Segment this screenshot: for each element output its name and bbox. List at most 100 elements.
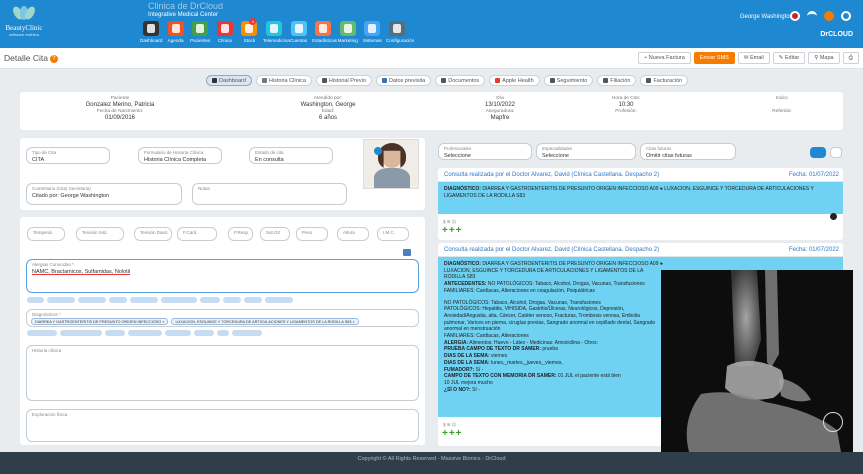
diagnosis-field[interactable]: Diagnósticos * DIARREA Y GASTROENTERITIS… xyxy=(26,309,419,327)
add-icons[interactable]: +++ xyxy=(442,225,463,236)
vital-field[interactable]: Temperat. xyxy=(27,227,65,241)
settings-icon[interactable] xyxy=(830,147,842,158)
diagnosis-chip[interactable]: DIARREA Y GASTROENTERITIS DE PRESUNTO OR… xyxy=(31,318,169,325)
test-field-line: PRUEBA CAMPO DE TEXTO DR SAMER: prueba xyxy=(444,346,663,353)
nav-clínica[interactable]: Clínica xyxy=(214,21,236,43)
page-title-bar: Detalle Cita? + Nueva Factura Enviar SMS… xyxy=(0,48,863,69)
nav-configuración[interactable]: Configuración xyxy=(386,21,414,43)
suggestion-chip[interactable] xyxy=(217,330,229,336)
send-sms-button[interactable]: Enviar SMS xyxy=(693,52,735,64)
suggestion-chip[interactable] xyxy=(194,330,214,336)
future-appointments-select[interactable]: Citas futuras Omitir citas futuras xyxy=(640,143,736,160)
vital-field[interactable]: Sat.O2 xyxy=(260,227,290,241)
brand-logo[interactable]: BeautyClinic software estética xyxy=(5,4,43,44)
video-call-icon[interactable] xyxy=(374,147,382,155)
wifi-icon[interactable] xyxy=(807,11,817,21)
minus-circle-icon[interactable] xyxy=(830,213,837,220)
suggestion-chip[interactable] xyxy=(105,330,125,336)
age-value: 6 años xyxy=(318,115,337,121)
nav-telemedicina[interactable]: Telemedicina xyxy=(263,21,290,43)
ankle-xray-image[interactable] xyxy=(661,270,853,452)
tab-1[interactable]: Historia Clínica xyxy=(255,75,312,86)
vital-field[interactable]: Tensión Sist. xyxy=(76,227,124,241)
professionals-select[interactable]: Profesionales Seleccione xyxy=(438,143,532,160)
suggestion-chip[interactable] xyxy=(47,297,75,303)
vital-field[interactable]: F.Resp. xyxy=(228,227,253,241)
suggestion-chip[interactable] xyxy=(109,297,127,303)
help-icon[interactable] xyxy=(824,11,834,21)
tab-label: Filiación xyxy=(610,78,631,84)
appointment-status-select[interactable]: Estado de cita En consulta xyxy=(249,147,333,164)
specialties-select[interactable]: Especialidades Seleccione xyxy=(536,143,636,160)
nav-pacientes[interactable]: Pacientes xyxy=(189,21,211,43)
edit-button[interactable]: ✎ Editar xyxy=(772,52,806,64)
new-invoice-button[interactable]: + Nueva Factura xyxy=(637,52,691,64)
suggestion-chip[interactable] xyxy=(60,330,102,336)
consult-header[interactable]: Consulta realizada por el Doctor Alvarez… xyxy=(438,243,843,257)
nav-stock[interactable]: 4 Stock xyxy=(238,18,260,43)
vital-field[interactable]: Altura xyxy=(337,227,369,241)
tab-5[interactable]: Apple Health xyxy=(489,75,540,86)
suggestion-chip[interactable] xyxy=(161,297,197,303)
tab-7[interactable]: Filiación xyxy=(597,75,637,86)
professionals-value: Seleccione xyxy=(444,153,471,159)
vital-field[interactable]: Peso xyxy=(296,227,328,241)
suggestion-chip[interactable] xyxy=(27,297,44,303)
appointment-type-value: CITA xyxy=(32,157,45,163)
view-toggle-button[interactable] xyxy=(810,147,826,158)
suggestion-chip[interactable] xyxy=(223,297,241,303)
nav-dashboard[interactable]: Dashboard xyxy=(140,21,162,43)
top-icons xyxy=(783,11,851,21)
drcloud-logo[interactable]: DrCLOUD xyxy=(820,31,853,38)
allergies-field[interactable]: Alergias Conocidas * NAMC, Bractamicos, … xyxy=(26,259,419,293)
consult-date: Fecha: 01/07/2022 xyxy=(788,172,839,178)
secretary-comment-field[interactable]: Comentario (Cita) Secretaria) Citado por… xyxy=(26,183,182,205)
notes-field[interactable]: Notas xyxy=(192,183,347,205)
nav-marketing[interactable]: Marketing xyxy=(337,21,359,43)
suggestion-chip[interactable] xyxy=(130,297,158,303)
suggestion-chip[interactable] xyxy=(265,297,293,303)
tab-icon xyxy=(549,77,555,83)
diagnosis-chip[interactable]: LUXACION, ESGUINCE Y TORCEDURA DE ARTICU… xyxy=(171,318,359,325)
clinical-form-label: Formulario de Historia Clínica xyxy=(144,150,204,155)
clinical-form-select[interactable]: Formulario de Historia Clínica Historia … xyxy=(138,147,222,164)
vital-field[interactable]: Tensión Diast. xyxy=(134,227,172,241)
clinical-history-field[interactable]: Historia clínica xyxy=(26,345,419,401)
vital-field[interactable]: F.Card. xyxy=(177,227,217,241)
suggestion-chip[interactable] xyxy=(200,297,220,303)
tab-2[interactable]: Historial Previo xyxy=(315,75,372,86)
chart-icon[interactable] xyxy=(403,249,411,256)
suggestion-chip[interactable] xyxy=(27,330,57,336)
vital-field[interactable]: I.M.C. xyxy=(377,227,409,241)
suggestion-chip[interactable] xyxy=(128,330,162,336)
tab-8[interactable]: Facturación xyxy=(640,75,689,86)
nav-cuentas[interactable]: Cuentas xyxy=(288,21,310,43)
diagnosis-line: DIAGNÓSTICO: DIARREA Y GASTROENTERITIS D… xyxy=(444,261,663,281)
patient-photo[interactable] xyxy=(363,139,419,189)
help-icon[interactable]: ? xyxy=(49,55,58,63)
patient-name[interactable]: Gonzalez Merino, Patricia xyxy=(60,102,180,109)
tab-4[interactable]: Documentos xyxy=(435,75,486,86)
tab-6[interactable]: Seguimiento xyxy=(543,75,594,86)
add-icons[interactable]: +++ xyxy=(442,428,463,439)
nav-sistemas[interactable]: Sistemas xyxy=(361,21,383,43)
physical-exam-label: Exploración física xyxy=(32,412,68,417)
nav-estadísticas[interactable]: Estadísticas xyxy=(312,21,337,43)
power-icon[interactable] xyxy=(841,11,851,21)
suggestion-chip[interactable] xyxy=(78,297,106,303)
consult-header[interactable]: Consulta realizada por el Doctor Alvarez… xyxy=(438,168,843,182)
suggestion-chip[interactable] xyxy=(232,330,262,336)
diagnosis-chips: DIARREA Y GASTROENTERITIS DE PRESUNTO OR… xyxy=(31,318,362,325)
nav-agenda[interactable]: Agenda xyxy=(165,21,187,43)
tab-0[interactable]: Dashboard xyxy=(206,75,252,86)
flag-icon[interactable] xyxy=(790,11,800,21)
print-button[interactable]: ⎙ xyxy=(842,52,859,64)
appointment-type-select[interactable]: Tipo de Cita CITA xyxy=(26,147,110,164)
suggestion-chip[interactable] xyxy=(165,330,191,336)
email-button[interactable]: ✉ Email xyxy=(737,52,770,64)
physical-exam-field[interactable]: Exploración física xyxy=(26,409,419,442)
suggestion-chip[interactable] xyxy=(244,297,262,303)
tab-3[interactable]: Datos previsita xyxy=(375,75,432,86)
map-button[interactable]: ⚲ Mapa xyxy=(808,52,840,64)
future-appointments-label: Citas futuras xyxy=(646,146,672,151)
